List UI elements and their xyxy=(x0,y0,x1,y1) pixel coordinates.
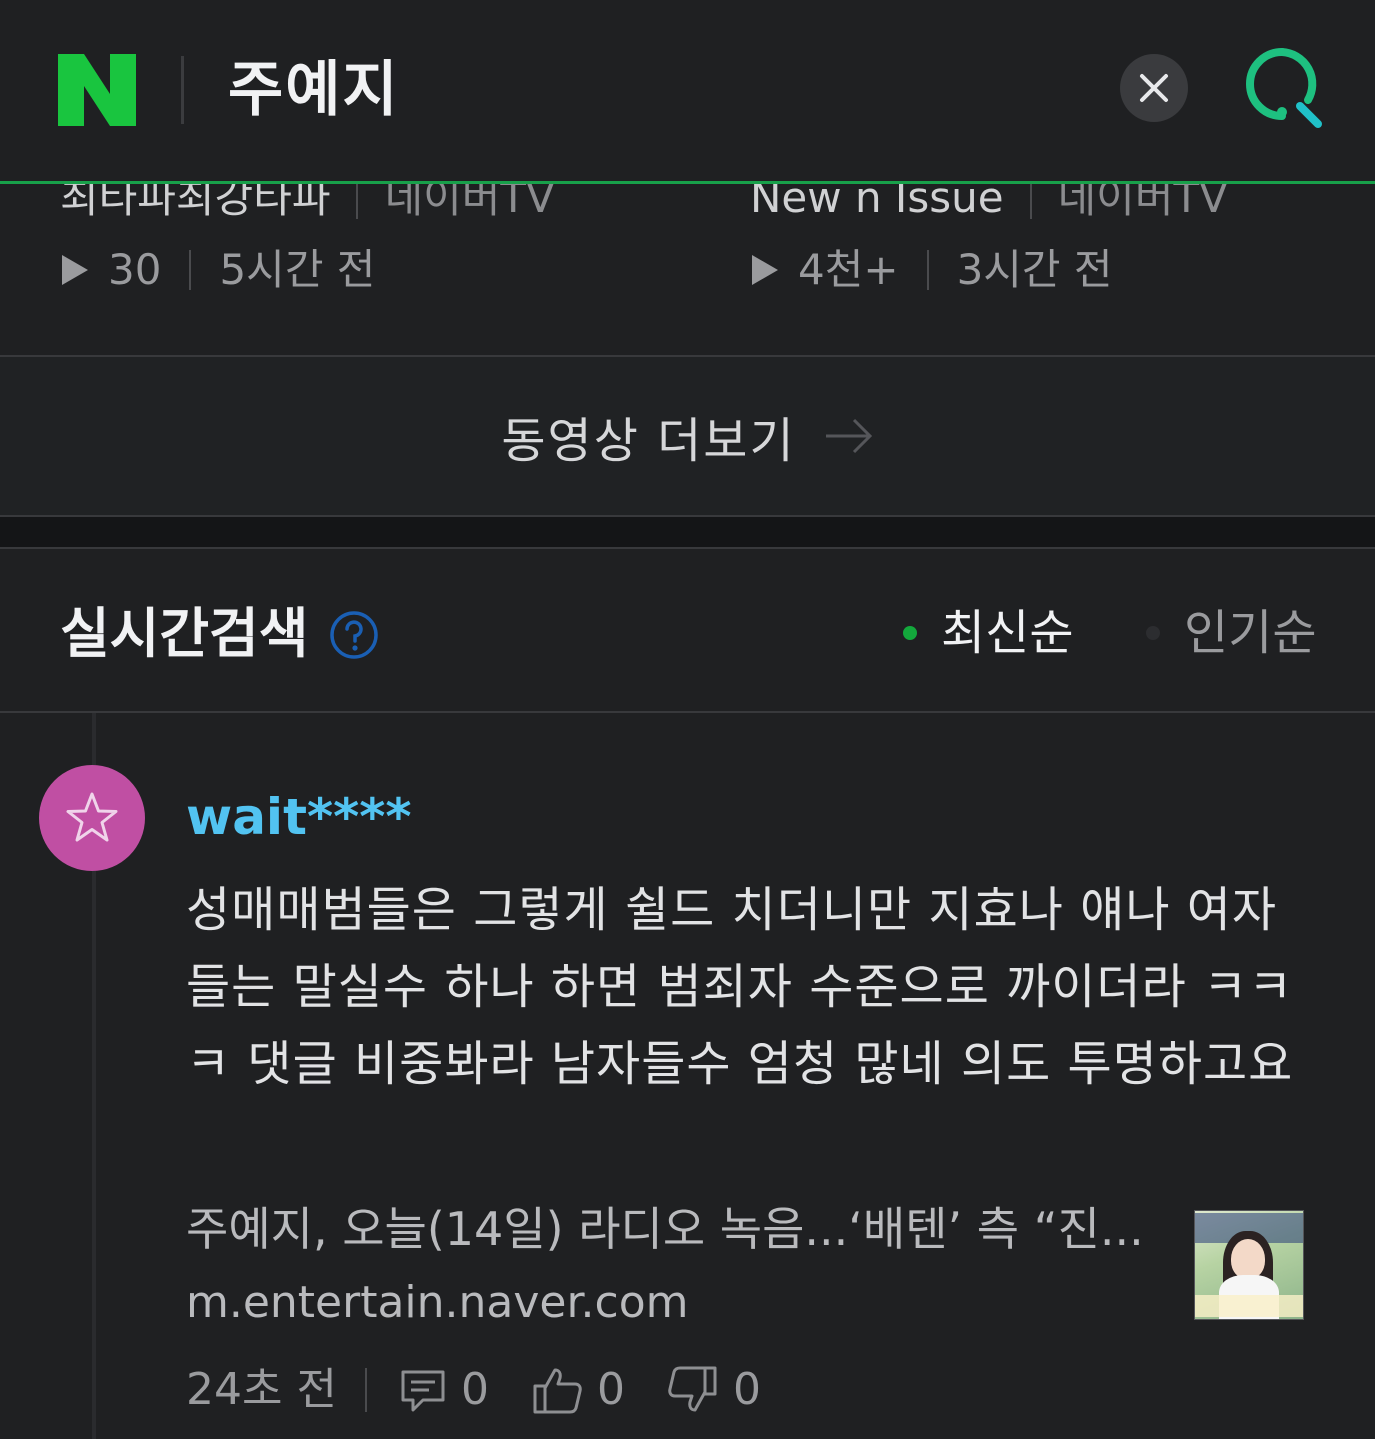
clear-search-button[interactable] xyxy=(1120,54,1188,122)
more-videos-label: 동영상 더보기 xyxy=(501,413,796,469)
star-icon xyxy=(66,792,118,842)
thumbs-up-icon xyxy=(533,1368,582,1414)
realtime-search-title: 실시간검색 xyxy=(60,602,309,665)
sort-popular-button[interactable]: 인기순 xyxy=(1146,601,1316,665)
sort-latest-button[interactable]: 최신순 xyxy=(903,601,1073,665)
video-views: 30 xyxy=(108,245,162,294)
related-article-link[interactable]: 주예지, 오늘(14일) 라디오 녹음...‘배텐’ 측 “진... m.ent… xyxy=(186,1196,1176,1336)
article-url: m.entertain.naver.com xyxy=(186,1277,689,1328)
top-bar: 주예지 xyxy=(0,0,1375,184)
reply-count: 0 xyxy=(460,1364,489,1415)
thumbs-down-icon xyxy=(668,1366,717,1412)
close-icon xyxy=(1140,74,1168,102)
comment-username[interactable]: wait**** xyxy=(186,782,412,852)
realtime-search-header: 실시간검색 최신순 인기순 xyxy=(0,549,1375,713)
avatar[interactable] xyxy=(39,765,145,871)
video-meta: 4천+ 3시간 전 xyxy=(750,242,1228,298)
comment-actions: 24초 전 0 0 0 xyxy=(186,1362,803,1418)
search-icon xyxy=(1246,48,1322,128)
play-icon xyxy=(62,255,88,285)
comment-icon xyxy=(401,1370,445,1412)
video-meta: 30 5시간 전 xyxy=(60,242,555,298)
article-title: 주예지, 오늘(14일) 라디오 녹음...‘배텐’ 측 “진... xyxy=(186,1202,1144,1256)
inactive-indicator xyxy=(1146,626,1160,640)
video-result-2[interactable]: New n Issue 네이버TV 4천+ 3시간 전 xyxy=(750,170,1228,298)
search-button[interactable] xyxy=(1242,46,1326,130)
arrow-right-icon xyxy=(825,418,872,454)
header-divider xyxy=(181,56,184,124)
search-query-title[interactable]: 주예지 xyxy=(228,50,400,130)
separator xyxy=(356,182,359,219)
naver-logo[interactable] xyxy=(58,54,136,126)
dislike-count: 0 xyxy=(732,1364,761,1415)
video-time: 5시간 전 xyxy=(219,245,376,294)
comment-time: 24초 전 xyxy=(186,1364,337,1415)
help-icon[interactable] xyxy=(328,609,380,661)
dislike-button[interactable]: 0 xyxy=(667,1362,761,1418)
more-videos-button[interactable]: 동영상 더보기 xyxy=(0,355,1375,517)
sort-popular-label: 인기순 xyxy=(1184,605,1317,661)
sort-latest-label: 최신순 xyxy=(941,605,1074,661)
separator xyxy=(926,250,929,290)
like-count: 0 xyxy=(596,1364,625,1415)
thumbnail-face xyxy=(1231,1239,1265,1279)
reply-button[interactable]: 0 xyxy=(399,1362,489,1418)
active-indicator xyxy=(903,626,917,640)
article-thumbnail[interactable] xyxy=(1194,1210,1304,1320)
thumbnail-caption-band xyxy=(1195,1295,1303,1317)
video-result-1[interactable]: 최타파최강타파 네이버TV 30 5시간 전 xyxy=(60,170,555,298)
like-button[interactable]: 0 xyxy=(531,1362,625,1418)
video-views: 4천+ xyxy=(798,245,899,294)
separator xyxy=(1029,182,1032,219)
video-time: 3시간 전 xyxy=(956,245,1113,294)
comment-body: 성매매범들은 그렇게 쉴드 치더니만 지효나 얘나 여자들는 말실수 하나 하면… xyxy=(186,882,1294,1092)
separator xyxy=(189,250,192,290)
separator xyxy=(364,1368,367,1412)
section-divider xyxy=(0,517,1375,549)
play-icon xyxy=(752,255,778,285)
